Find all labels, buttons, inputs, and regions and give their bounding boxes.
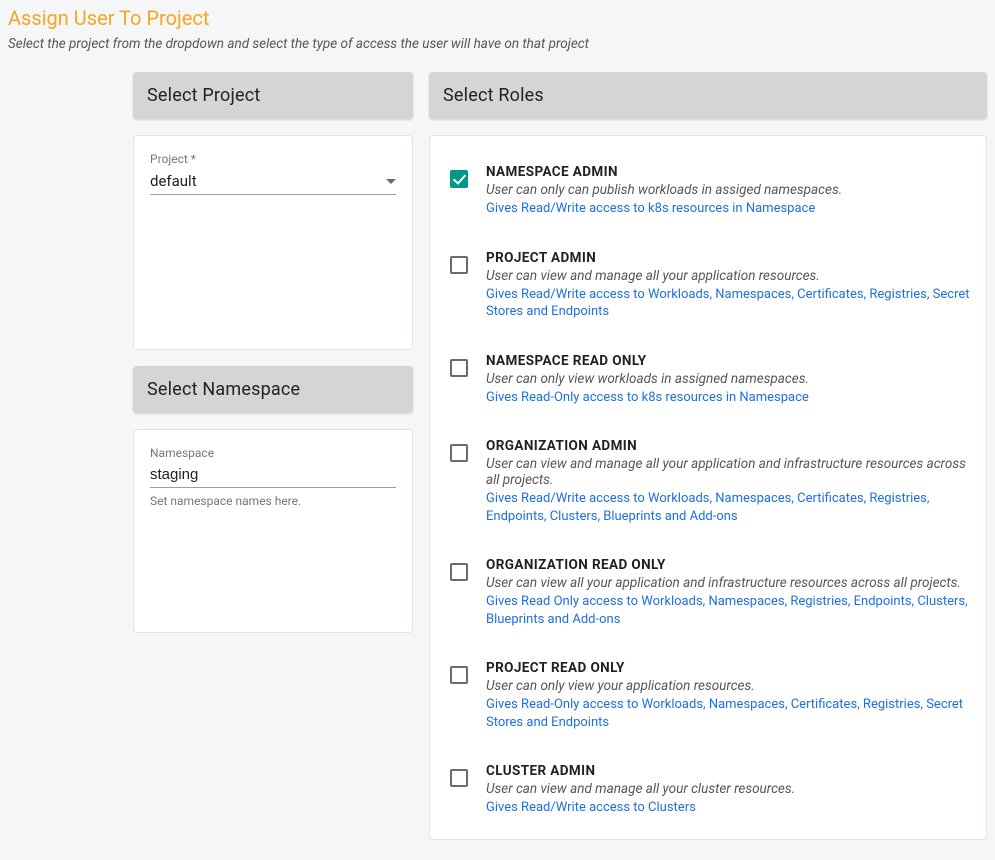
role-detail: Gives Read Only access to Workloads, Nam… — [486, 593, 970, 628]
page-subtitle: Select the project from the dropdown and… — [8, 36, 987, 52]
role-row-organization-read-only: ORGANIZATION READ ONLY User can view all … — [450, 547, 970, 650]
role-body: PROJECT READ ONLY User can only view your… — [486, 660, 970, 731]
role-checkbox-project-read-only[interactable] — [450, 666, 468, 684]
role-body: CLUSTER ADMIN User can view and manage al… — [486, 763, 970, 817]
namespace-panel-header: Select Namespace — [133, 366, 413, 413]
namespace-input[interactable] — [150, 462, 396, 488]
role-title: PROJECT READ ONLY — [486, 660, 970, 676]
role-row-project-read-only: PROJECT READ ONLY User can only view your… — [450, 650, 970, 753]
project-card: Project * default — [133, 135, 413, 350]
role-detail: Gives Read-Only access to Workloads, Nam… — [486, 696, 970, 731]
role-detail: Gives Read/Write access to Clusters — [486, 799, 970, 817]
role-row-namespace-admin: NAMESPACE ADMIN User can only can publish… — [450, 154, 970, 240]
role-description: User can only view workloads in assigned… — [486, 371, 970, 387]
role-description: User can view and manage all your applic… — [486, 268, 970, 284]
role-title: ORGANIZATION ADMIN — [486, 438, 970, 454]
role-description: User can only view your application reso… — [486, 678, 970, 694]
role-detail: Gives Read/Write access to Workloads, Na… — [486, 490, 970, 525]
role-row-organization-admin: ORGANIZATION ADMIN User can view and mana… — [450, 428, 970, 547]
role-body: PROJECT ADMIN User can view and manage al… — [486, 250, 970, 321]
role-detail: Gives Read-Only access to k8s resources … — [486, 389, 970, 407]
role-checkbox-cluster-admin[interactable] — [450, 769, 468, 787]
role-title: ORGANIZATION READ ONLY — [486, 557, 970, 573]
role-checkbox-organization-admin[interactable] — [450, 444, 468, 462]
namespace-helper-text: Set namespace names here. — [150, 494, 396, 508]
namespace-field-label: Namespace — [150, 446, 396, 460]
role-title: NAMESPACE READ ONLY — [486, 353, 970, 369]
chevron-down-icon — [386, 179, 396, 184]
role-title: PROJECT ADMIN — [486, 250, 970, 266]
project-select[interactable]: default — [150, 168, 396, 195]
role-description: User can view and manage all your cluste… — [486, 781, 970, 797]
role-description: User can view and manage all your applic… — [486, 456, 970, 488]
role-description: User can only can publish workloads in a… — [486, 182, 970, 198]
role-row-cluster-admin: CLUSTER ADMIN User can view and manage al… — [450, 753, 970, 821]
role-title: CLUSTER ADMIN — [486, 763, 970, 779]
role-body: NAMESPACE READ ONLY User can only view wo… — [486, 353, 970, 407]
role-body: NAMESPACE ADMIN User can only can publish… — [486, 164, 970, 218]
roles-card: NAMESPACE ADMIN User can only can publish… — [429, 135, 987, 840]
role-row-project-admin: PROJECT ADMIN User can view and manage al… — [450, 240, 970, 343]
project-select-value: default — [150, 172, 197, 190]
role-title: NAMESPACE ADMIN — [486, 164, 970, 180]
role-checkbox-organization-read-only[interactable] — [450, 563, 468, 581]
namespace-card: Namespace Set namespace names here. — [133, 429, 413, 633]
roles-panel-header: Select Roles — [429, 72, 987, 119]
role-row-namespace-read-only: NAMESPACE READ ONLY User can only view wo… — [450, 343, 970, 429]
role-checkbox-namespace-read-only[interactable] — [450, 359, 468, 377]
project-field-label: Project * — [150, 152, 396, 166]
role-detail: Gives Read/Write access to Workloads, Na… — [486, 286, 970, 321]
role-body: ORGANIZATION ADMIN User can view and mana… — [486, 438, 970, 525]
role-detail: Gives Read/Write access to k8s resources… — [486, 200, 970, 218]
role-body: ORGANIZATION READ ONLY User can view all … — [486, 557, 970, 628]
project-panel-header: Select Project — [133, 72, 413, 119]
role-description: User can view all your application and i… — [486, 575, 970, 591]
page-title: Assign User To Project — [8, 6, 987, 30]
role-checkbox-namespace-admin[interactable] — [450, 170, 468, 188]
role-checkbox-project-admin[interactable] — [450, 256, 468, 274]
